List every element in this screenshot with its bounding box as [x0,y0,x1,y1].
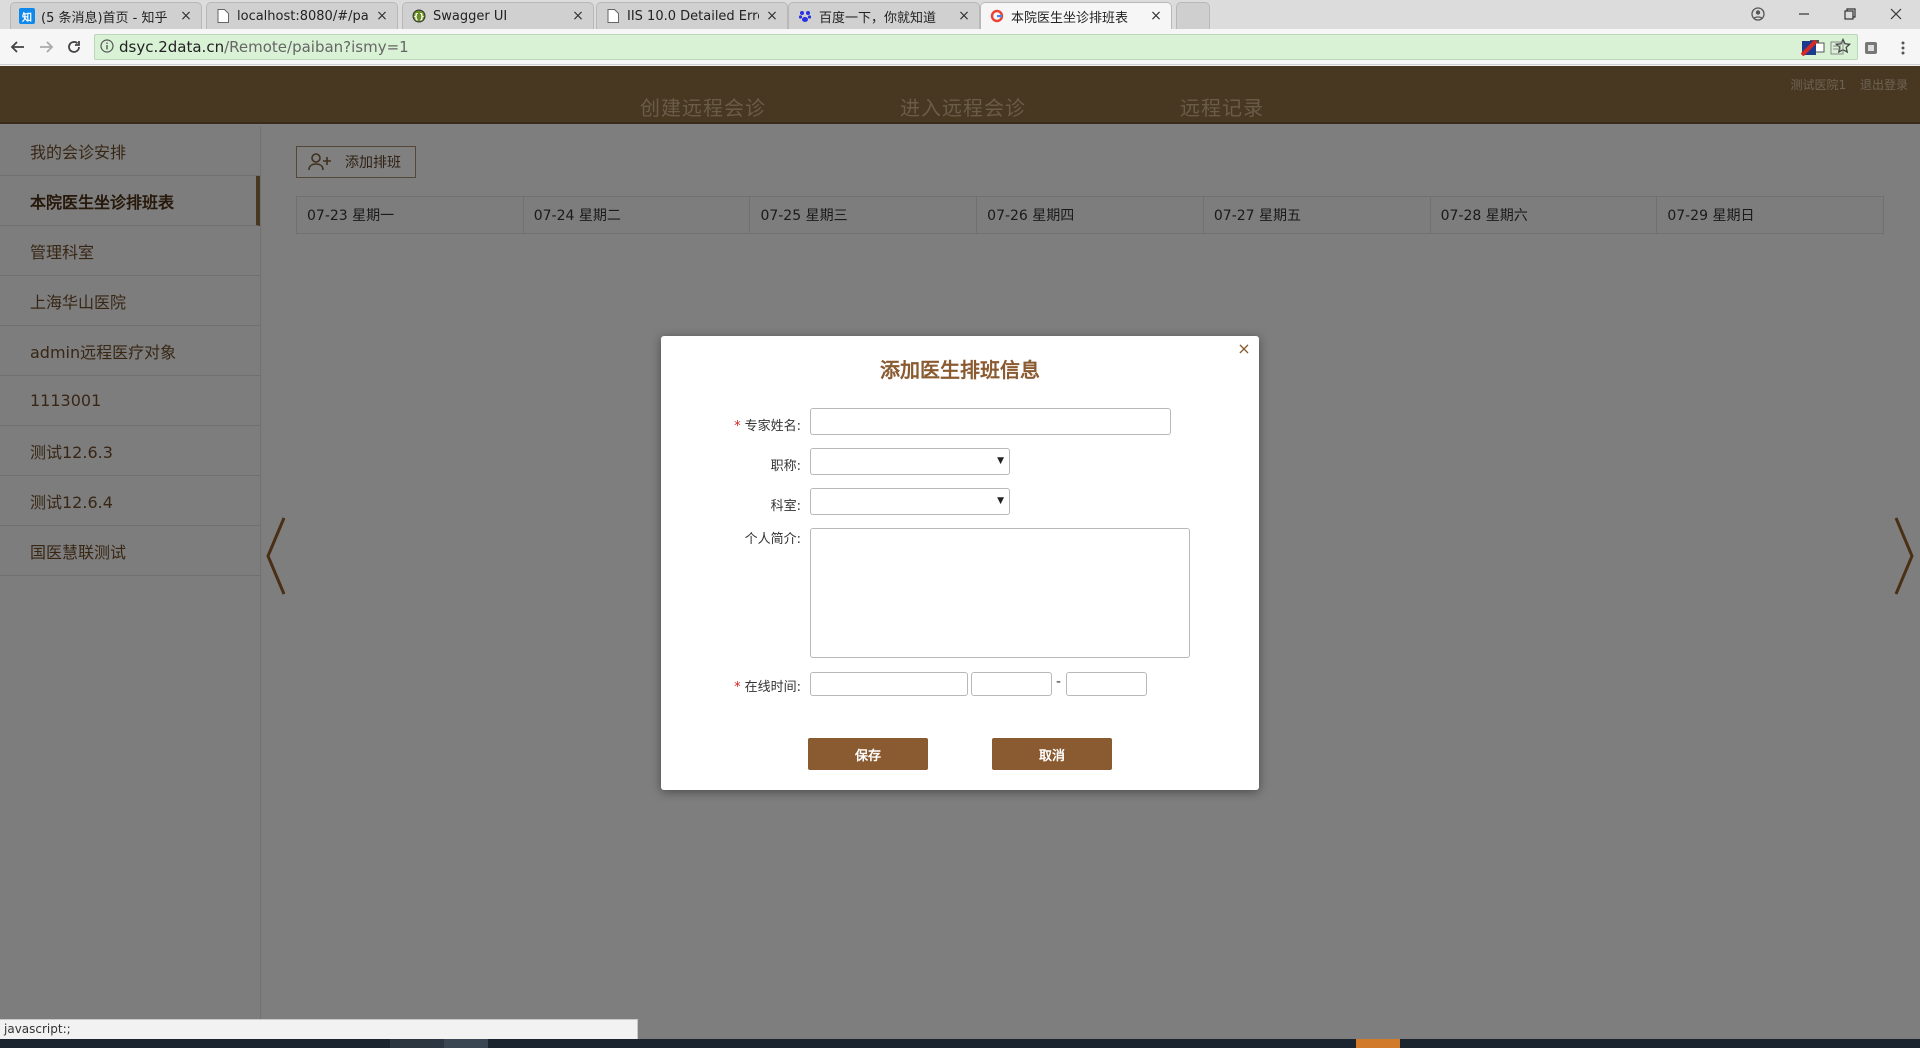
department-select[interactable]: ▼ [810,488,1010,515]
baidu-paw-icon [797,8,813,24]
site-info-icon[interactable] [95,38,119,56]
cancel-button[interactable]: 取消 [992,738,1112,770]
browser-tab-localhost[interactable]: localhost:8080/#/pad/c × [206,2,398,29]
required-mark: * [734,419,741,434]
online-end-time-input[interactable] [1066,672,1147,696]
address-bar[interactable]: dsyc.2data.cn/Remote/paiban?ismy=1 [94,34,1858,60]
profile-icon[interactable] [1736,0,1780,28]
tab-close-icon[interactable]: × [179,8,193,24]
tab-close-icon[interactable]: × [375,8,389,24]
reload-icon[interactable] [62,35,86,59]
url-host: dsyc.2data.cn [119,38,225,56]
browser-tab-zhihu[interactable]: 知 (5 条消息)首页 - 知乎 × [10,2,202,29]
google-favicon-icon [989,8,1005,24]
save-button[interactable]: 保存 [808,738,928,770]
browser-tab-strip: 知 (5 条消息)首页 - 知乎 × localhost:8080/#/pad/… [0,0,1920,29]
svg-text:{}: {} [413,12,424,21]
swagger-favicon-icon: {} [411,8,427,24]
department-label: 科室: [770,499,801,514]
page-favicon-icon [215,8,231,24]
tab-close-icon[interactable]: × [1149,8,1163,24]
expert-name-label-text: 专家姓名: [744,419,801,434]
url-path: /Remote/paiban?ismy=1 [224,38,409,56]
next-week-chevron-right-icon[interactable] [1888,516,1918,596]
zhihu-favicon-icon: 知 [19,8,35,24]
os-taskbar [0,1039,1920,1048]
online-time-label: * 在线时间: [661,676,801,695]
browser-tab-schedule[interactable]: 本院医生坐诊排班表 × [980,2,1172,29]
browser-status-bar: javascript:; [0,1019,638,1039]
extension-puzzle-icon[interactable] [1860,37,1882,59]
back-icon[interactable] [6,35,30,59]
browser-tab-swagger[interactable]: {} Swagger UI × [402,2,594,29]
title-select[interactable]: ▼ [810,448,1010,475]
tab-close-icon[interactable]: × [765,8,779,24]
restore-icon[interactable] [1828,0,1872,28]
tab-title: (5 条消息)首页 - 知乎 [41,10,168,26]
url-text: dsyc.2data.cn/Remote/paiban?ismy=1 [119,38,409,56]
browser-tab-baidu[interactable]: 百度一下，你就知道 × [788,2,980,29]
forward-icon[interactable] [34,35,58,59]
title-label: 职称: [770,459,801,474]
extension-flag-icon[interactable] [1798,37,1820,59]
taskbar-item-active[interactable] [1356,1039,1400,1048]
new-tab-button[interactable] [1176,2,1210,29]
expert-name-label: * 专家姓名: [661,415,801,434]
expert-name-input[interactable] [810,408,1171,435]
browser-toolbar: dsyc.2data.cn/Remote/paiban?ismy=1 [0,29,1920,65]
bio-textarea[interactable] [810,528,1190,658]
taskbar-item[interactable] [390,1039,450,1048]
window-close-icon[interactable] [1874,0,1918,28]
tab-title: IIS 10.0 Detailed Error - [627,8,759,24]
page-favicon-icon [605,8,621,24]
tab-title: Swagger UI [433,8,508,24]
menu-kebab-icon[interactable] [1892,37,1914,59]
online-date-input[interactable] [810,672,968,696]
time-range-separator: - [1056,674,1062,690]
minimize-icon[interactable] [1782,0,1826,28]
dropdown-caret-icon: ▼ [997,456,1004,466]
tab-close-icon[interactable]: × [957,8,971,24]
tab-close-icon[interactable]: × [571,8,585,24]
tab-title: 本院医生坐诊排班表 [1011,10,1129,26]
prev-week-chevron-left-icon[interactable] [262,516,292,596]
required-mark: * [734,680,741,695]
tab-title: 百度一下，你就知道 [819,10,937,26]
bio-label: 个人简介: [744,532,801,547]
dialog-title: 添加医生排班信息 [880,358,1040,382]
dropdown-caret-icon: ▼ [997,496,1004,506]
extension-reader-icon[interactable] [1826,37,1848,59]
online-start-time-input[interactable] [971,672,1052,696]
tab-title: localhost:8080/#/pad/c [237,8,369,24]
taskbar-item[interactable] [444,1039,488,1048]
online-time-label-text: 在线时间: [744,680,801,695]
browser-tab-iis-error[interactable]: IIS 10.0 Detailed Error - × [596,2,788,29]
add-schedule-dialog: × 添加医生排班信息 * 专家姓名: 职称: ▼ 科室: ▼ 个人简介: * 在线时… [661,336,1259,790]
